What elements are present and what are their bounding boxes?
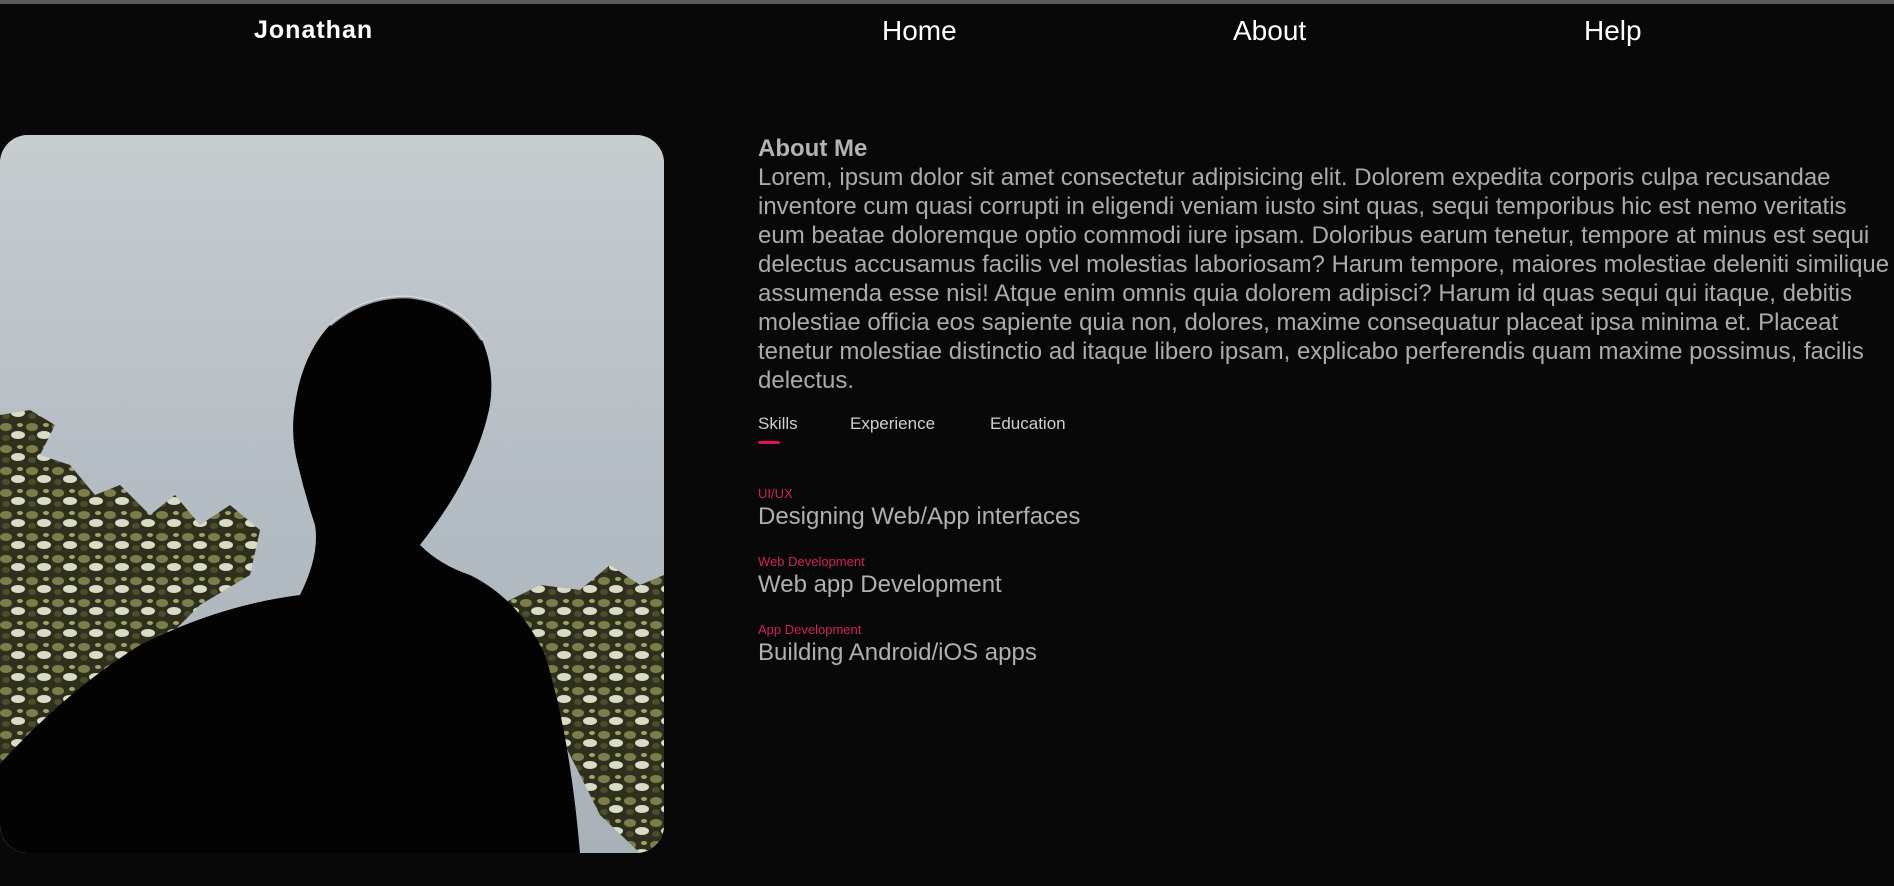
nav-link-about[interactable]: About (1233, 15, 1306, 47)
skill-item: UI/UX Designing Web/App interfaces (758, 486, 1080, 532)
tab-skills[interactable]: Skills (758, 414, 798, 434)
navbar: Jonathan Home About Help (0, 4, 1894, 56)
active-tab-indicator (758, 441, 780, 444)
skill-tag: App Development (758, 622, 862, 637)
skill-item: App Development Building Android/iOS app… (758, 622, 1037, 668)
skill-description: Building Android/iOS apps (758, 639, 1037, 666)
nav-link-help[interactable]: Help (1584, 15, 1642, 47)
skill-description: Web app Development (758, 571, 1002, 598)
nav-link-home[interactable]: Home (882, 15, 957, 47)
skill-tag: UI/UX (758, 486, 793, 501)
about-title: About Me (758, 135, 868, 162)
skill-tag: Web Development (758, 554, 865, 569)
profile-photo-image (0, 135, 664, 853)
about-section: About Me Lorem, ipsum dolor sit amet con… (758, 134, 1894, 395)
profile-photo (0, 135, 664, 853)
about-text: Lorem, ipsum dolor sit amet consectetur … (758, 164, 1890, 394)
brand-logo[interactable]: Jonathan (254, 16, 373, 45)
skill-item: Web Development Web app Development (758, 554, 1002, 600)
skill-description: Designing Web/App interfaces (758, 503, 1081, 530)
tab-experience[interactable]: Experience (850, 414, 935, 434)
tab-education[interactable]: Education (990, 414, 1066, 434)
